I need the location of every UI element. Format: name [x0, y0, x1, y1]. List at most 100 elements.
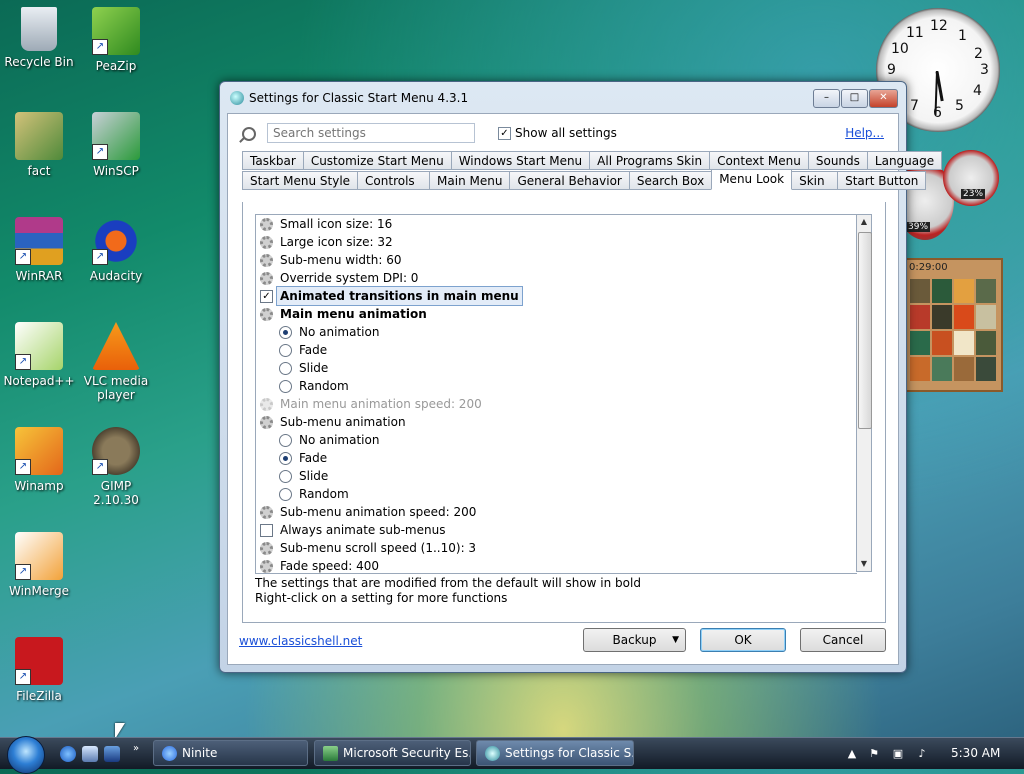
- tray-expand-icon[interactable]: ▲: [845, 747, 859, 761]
- setting-row[interactable]: Fade speed: 400: [256, 557, 857, 573]
- setting-row[interactable]: Random: [256, 377, 857, 395]
- setting-row[interactable]: Slide: [256, 359, 857, 377]
- tab-start-button[interactable]: Start Button: [837, 171, 927, 190]
- tab-context-menu[interactable]: Context Menu: [709, 151, 809, 170]
- setting-row[interactable]: Main menu animation: [256, 305, 857, 323]
- volume-icon[interactable]: ♪: [915, 747, 929, 761]
- tab-customize-start-menu[interactable]: Customize Start Menu: [302, 151, 452, 170]
- settings-scrollbar[interactable]: ▲ ▼: [856, 214, 872, 572]
- radio-unselected-icon[interactable]: [279, 487, 292, 501]
- puzzle-grid[interactable]: [910, 279, 996, 381]
- setting-row[interactable]: Fade: [256, 341, 857, 359]
- setting-row[interactable]: Override system DPI: 0: [256, 269, 857, 287]
- radio-unselected-icon[interactable]: [279, 379, 292, 393]
- show-desktop-icon[interactable]: [82, 746, 98, 762]
- radio-unselected-icon[interactable]: [279, 343, 292, 357]
- scrollbar-thumb[interactable]: [858, 232, 872, 429]
- maximize-button[interactable]: □: [841, 89, 868, 108]
- minimize-button[interactable]: –: [813, 89, 840, 108]
- checkbox-unchecked-icon[interactable]: [260, 523, 273, 537]
- desktop-icon-peazip[interactable]: ↗ PeaZip: [78, 7, 154, 73]
- scroll-down-arrow-icon[interactable]: ▼: [857, 557, 871, 571]
- tab-general-behavior[interactable]: General Behavior: [509, 171, 630, 190]
- tab-controls[interactable]: Controls: [357, 171, 431, 190]
- desktop-icon-audacity[interactable]: ↗ Audacity: [78, 217, 154, 283]
- taskbar-item-classic-start-settings[interactable]: Settings for Classic S...: [476, 740, 634, 766]
- tab-taskbar[interactable]: Taskbar: [242, 151, 304, 170]
- desktop-icon-gimp[interactable]: ↗ GIMP 2.10.30: [78, 427, 154, 507]
- desktop-icon-winrar[interactable]: ↗ WinRAR: [1, 217, 77, 283]
- setting-row[interactable]: Always animate sub-menus: [256, 521, 857, 539]
- desktop-icon-label: Recycle Bin: [4, 55, 74, 69]
- tab-skin[interactable]: Skin: [791, 171, 839, 190]
- recycle-bin-icon: [21, 7, 57, 51]
- setting-row[interactable]: Small icon size: 16: [256, 215, 857, 233]
- cancel-button[interactable]: Cancel: [800, 628, 886, 652]
- desktop-icon-winmerge[interactable]: ↗ WinMerge: [1, 532, 77, 598]
- setting-row[interactable]: Main menu animation speed: 200: [256, 395, 857, 413]
- winscp-icon: ↗: [92, 112, 140, 160]
- setting-row[interactable]: Sub-menu animation: [256, 413, 857, 431]
- start-button[interactable]: [7, 736, 45, 774]
- taskbar-item-microsoft-security-essentials[interactable]: Microsoft Security Es...: [314, 740, 471, 766]
- action-center-flag-icon[interactable]: ⚑: [867, 747, 881, 761]
- setting-row[interactable]: ✓ Animated transitions in main menu: [256, 286, 857, 306]
- tab-all-programs-skin[interactable]: All Programs Skin: [589, 151, 711, 170]
- setting-row[interactable]: No animation: [256, 431, 857, 449]
- tab-language[interactable]: Language: [866, 151, 943, 170]
- radio-selected-icon[interactable]: [279, 451, 292, 465]
- setting-row[interactable]: No animation: [256, 323, 857, 341]
- checkbox-checked-icon[interactable]: ✓: [260, 289, 273, 303]
- network-icon[interactable]: ▣: [891, 747, 905, 761]
- clock-number: 5: [955, 98, 964, 114]
- tab-menu-look[interactable]: Menu Look: [711, 169, 793, 190]
- classicshell-website-link[interactable]: www.classicshell.net: [239, 634, 362, 648]
- desktop-icon-fact[interactable]: fact: [1, 112, 77, 178]
- ok-button[interactable]: OK: [700, 628, 786, 652]
- setting-label: Slide: [299, 469, 329, 483]
- radio-selected-icon[interactable]: [279, 325, 292, 339]
- radio-unselected-icon[interactable]: [279, 469, 292, 483]
- search-input[interactable]: [267, 123, 475, 143]
- setting-gear-icon: [260, 397, 273, 411]
- quick-launch-overflow-icon[interactable]: »: [133, 743, 139, 754]
- checkbox-checked-icon[interactable]: ✓: [498, 126, 511, 140]
- setting-row[interactable]: Sub-menu animation speed: 200: [256, 503, 857, 521]
- setting-row[interactable]: Random: [256, 485, 857, 503]
- show-all-settings-checkbox[interactable]: ✓ Show all settings: [498, 126, 617, 140]
- setting-row[interactable]: Fade: [256, 449, 857, 467]
- tab-main-menu[interactable]: Main Menu: [429, 171, 511, 190]
- desktop-icon-vlc[interactable]: VLC media player: [78, 322, 154, 402]
- backup-button[interactable]: Backup ▼: [583, 628, 686, 652]
- setting-gear-icon: [260, 505, 273, 519]
- switch-windows-icon[interactable]: [104, 746, 120, 762]
- desktop-icon-label: Audacity: [89, 269, 143, 283]
- desktop-icon-recycle-bin[interactable]: Recycle Bin: [1, 7, 77, 69]
- winrar-icon: ↗: [15, 217, 63, 265]
- radio-unselected-icon[interactable]: [279, 433, 292, 447]
- help-link[interactable]: Help...: [845, 126, 884, 140]
- taskbar-item-ninite[interactable]: Ninite: [153, 740, 308, 766]
- tab-sounds[interactable]: Sounds: [807, 151, 868, 170]
- close-button[interactable]: ✕: [869, 89, 898, 108]
- radio-unselected-icon[interactable]: [279, 361, 292, 375]
- title-bar[interactable]: Settings for Classic Start Menu 4.3.1 – …: [220, 82, 906, 112]
- setting-row[interactable]: Sub-menu width: 60: [256, 251, 857, 269]
- gimp-icon: ↗: [92, 427, 140, 475]
- internet-explorer-icon[interactable]: [60, 746, 76, 762]
- desktop-icon-winamp[interactable]: ↗ Winamp: [1, 427, 77, 493]
- picture-puzzle-gadget[interactable]: 0:29:00: [903, 258, 1003, 392]
- scroll-up-arrow-icon[interactable]: ▲: [857, 215, 871, 229]
- memory-meter-gadget[interactable]: 23%: [943, 150, 999, 206]
- setting-row[interactable]: Sub-menu scroll speed (1..10): 3: [256, 539, 857, 557]
- setting-row[interactable]: Slide: [256, 467, 857, 485]
- taskbar-clock[interactable]: 5:30 AM: [951, 746, 1000, 760]
- settings-list[interactable]: Small icon size: 16 Large icon size: 32 Su…: [255, 214, 857, 574]
- desktop-icon-filezilla[interactable]: ↗ FileZilla: [1, 637, 77, 703]
- tab-windows-start-menu[interactable]: Windows Start Menu: [450, 151, 591, 170]
- tab-search-box[interactable]: Search Box: [628, 171, 713, 190]
- desktop-icon-notepadpp[interactable]: ↗ Notepad++: [1, 322, 77, 388]
- desktop-icon-winscp[interactable]: ↗ WinSCP: [78, 112, 154, 178]
- tab-start-menu-style[interactable]: Start Menu Style: [242, 171, 359, 190]
- setting-row[interactable]: Large icon size: 32: [256, 233, 857, 251]
